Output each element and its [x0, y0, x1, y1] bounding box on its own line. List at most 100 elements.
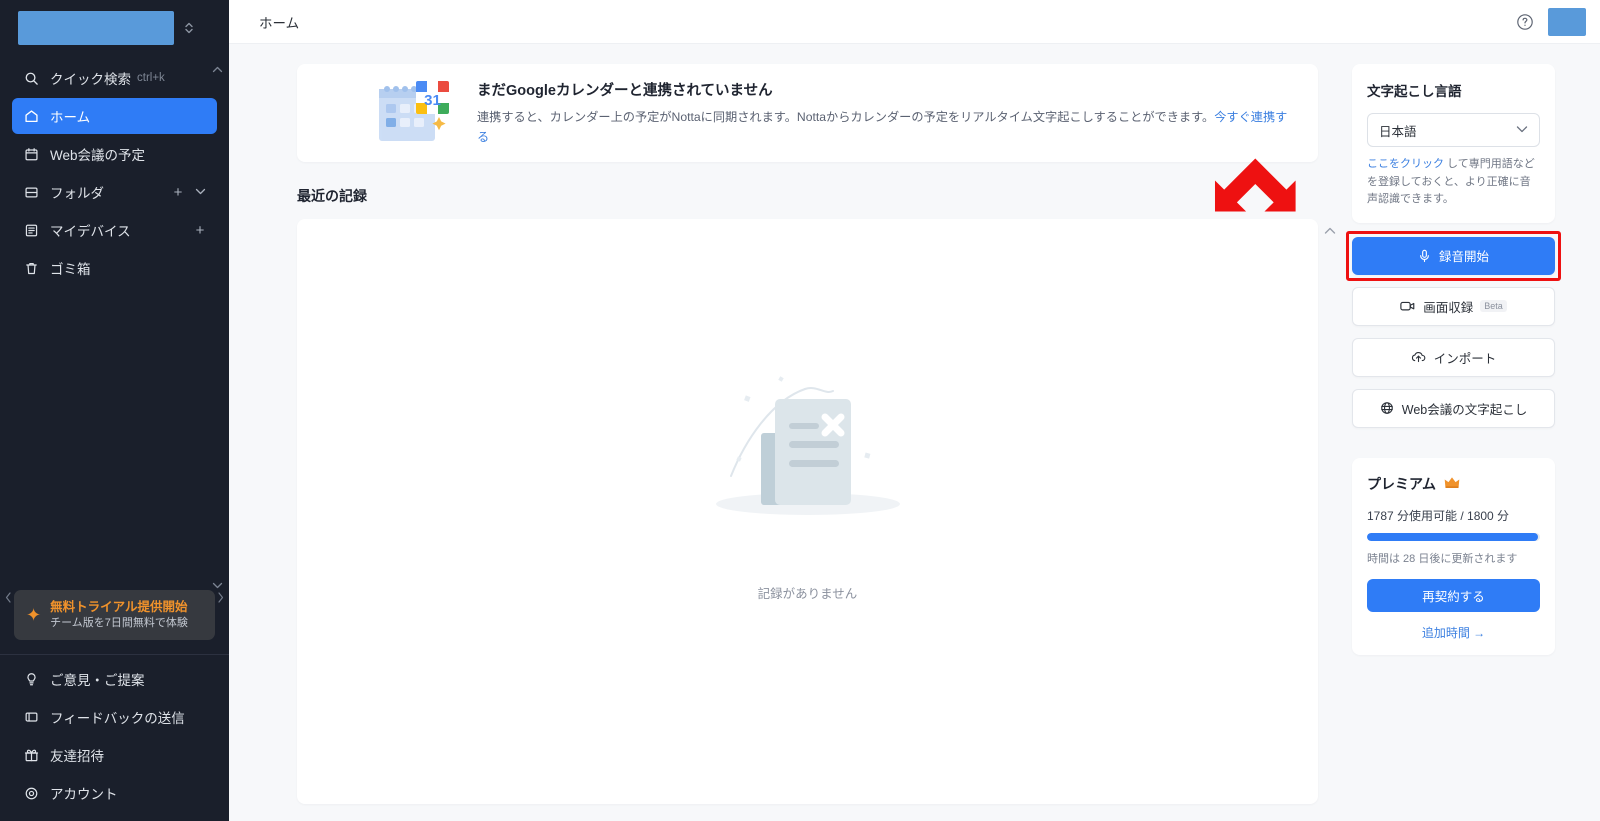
- language-select[interactable]: 日本語: [1367, 113, 1540, 147]
- recent-records-heading: 最近の記録: [297, 188, 367, 204]
- sidebar: クイック検索 ctrl+k ホーム Web会議の予定 フォルダ + マイデバイス…: [0, 0, 229, 821]
- sparkle-icon: ✦: [26, 605, 42, 626]
- empty-state: 記録がありません: [693, 361, 923, 602]
- sidebar-nav: クイック検索 ctrl+k ホーム Web会議の予定 フォルダ + マイデバイス…: [0, 56, 229, 288]
- sidebar-scroll-up-icon[interactable]: [212, 66, 223, 76]
- globe-icon: [1380, 401, 1394, 415]
- sidebar-item-suggestions[interactable]: ご意見・ご提案: [12, 661, 217, 697]
- premium-renew-text: 時間は 28 日後に更新されます: [1367, 552, 1518, 565]
- record-button-wrapper: 録音開始: [1346, 230, 1561, 281]
- sidebar-item-label: 友達招待: [50, 749, 104, 764]
- sidebar-item-label: ホーム: [50, 110, 91, 125]
- glossary-link[interactable]: ここをクリック: [1367, 158, 1444, 170]
- sidebar-item-label: フォルダ: [50, 186, 104, 201]
- sidebar-item-invite-friends[interactable]: 友達招待: [12, 737, 217, 773]
- trial-subtitle: チーム版を7日間無料で体験: [50, 617, 188, 630]
- sidebar-item-quick-search[interactable]: クイック検索 ctrl+k: [12, 60, 217, 96]
- sidebar-item-web-meeting-schedule[interactable]: Web会議の予定: [12, 136, 217, 172]
- workspace-selector[interactable]: [0, 0, 229, 56]
- sidebar-collapse-left-icon[interactable]: [5, 592, 12, 605]
- premium-progress-track: [1367, 532, 1540, 541]
- sidebar-item-trash[interactable]: ゴミ箱: [12, 250, 217, 286]
- folder-icon: [22, 183, 40, 201]
- transcription-language-title: 文字起こし言語: [1367, 84, 1462, 99]
- video-camera-icon: [1400, 300, 1415, 312]
- avatar[interactable]: [1548, 7, 1586, 36]
- import-button[interactable]: インポート: [1352, 337, 1555, 377]
- page-title: ホーム: [259, 15, 300, 31]
- renew-subscription-button[interactable]: 再契約する: [1367, 578, 1540, 612]
- screen-record-label: 画面収録: [1423, 300, 1474, 315]
- web-meeting-transcription-button[interactable]: Web会議の文字起こし: [1352, 388, 1555, 428]
- question-circle-icon[interactable]: [1514, 11, 1536, 33]
- lightbulb-icon: [22, 670, 40, 688]
- import-label: インポート: [1433, 351, 1497, 366]
- sidebar-item-folder[interactable]: フォルダ +: [12, 174, 217, 210]
- device-icon: [22, 221, 40, 239]
- language-select-value: 日本語: [1379, 124, 1417, 139]
- sidebar-item-label: マイデバイス: [50, 224, 131, 239]
- empty-state-caption: 記録がありません: [757, 587, 858, 601]
- sidebar-scroll-down-icon[interactable]: [212, 582, 223, 592]
- main-area: ホーム 31 まだGoogleカレンダーと連携されていません 連携すると、カレン…: [229, 0, 1600, 821]
- premium-usage-text: 1787 分使用可能 / 1800 分: [1367, 508, 1510, 523]
- sidebar-item-label: ゴミ箱: [50, 262, 91, 277]
- sidebar-item-label: Web会議の予定: [50, 148, 146, 163]
- topbar: ホーム: [229, 0, 1600, 44]
- beta-badge: Beta: [1480, 300, 1507, 313]
- google-calendar-icon: 31: [369, 73, 459, 153]
- add-device-plus-icon[interactable]: +: [193, 223, 207, 238]
- workspace-name-redacted: [18, 11, 174, 45]
- sidebar-expand-right-icon[interactable]: [217, 592, 224, 605]
- trial-text-group: 無料トライアル提供開始 チーム版を7日間無料で体験: [50, 599, 188, 631]
- search-icon: [22, 69, 40, 87]
- transcription-language-panel: 文字起こし言語 日本語 ここをクリック して専門用語などを登録しておくと、より正…: [1352, 64, 1555, 223]
- right-panel: 文字起こし言語 日本語 ここをクリック して専門用語などを登録しておくと、より正…: [1338, 64, 1600, 821]
- glossary-note: ここをクリック して専門用語などを登録しておくと、より正確に音声認識できます。: [1367, 156, 1540, 209]
- banner-description-text: 連携すると、カレンダー上の予定がNottaに同期されます。Nottaからカレンダ…: [477, 109, 1215, 124]
- crown-icon: [1444, 476, 1460, 492]
- sidebar-item-label: アカウント: [50, 787, 118, 802]
- sidebar-item-send-feedback[interactable]: フィードバックの送信: [12, 699, 217, 735]
- chevron-updown-icon[interactable]: [184, 20, 194, 36]
- add-folder-plus-icon[interactable]: +: [171, 185, 185, 200]
- empty-document-icon: [693, 361, 923, 541]
- app-root: クイック検索 ctrl+k ホーム Web会議の予定 フォルダ + マイデバイス…: [0, 0, 1600, 821]
- free-trial-banner[interactable]: ✦ 無料トライアル提供開始 チーム版を7日間無料で体験: [14, 590, 215, 640]
- sidebar-item-account[interactable]: アカウント: [12, 775, 217, 811]
- center-column: 31 まだGoogleカレンダーと連携されていません 連携すると、カレンダー上の…: [229, 64, 1338, 821]
- google-calendar-banner[interactable]: 31 まだGoogleカレンダーと連携されていません 連携すると、カレンダー上の…: [297, 64, 1318, 162]
- content-wrapper: 31 まだGoogleカレンダーと連携されていません 連携すると、カレンダー上の…: [229, 44, 1600, 821]
- premium-title: プレミアム: [1367, 475, 1437, 492]
- folder-chevron-down-icon[interactable]: [193, 187, 207, 198]
- premium-panel: プレミアム 1787 分使用可能 / 1800 分 時間は 28 日後に更新され…: [1352, 457, 1555, 655]
- screen-record-button[interactable]: 画面収録 Beta: [1352, 286, 1555, 326]
- sidebar-item-label: フィードバックの送信: [50, 711, 185, 726]
- sidebar-item-my-devices[interactable]: マイデバイス +: [12, 212, 217, 248]
- chevron-down-icon: [1516, 124, 1528, 136]
- trash-icon: [22, 259, 40, 277]
- banner-description: 連携すると、カレンダー上の予定がNottaに同期されます。Nottaからカレンダ…: [477, 107, 1294, 147]
- microphone-icon: [1418, 249, 1431, 263]
- web-meeting-transcription-label: Web会議の文字起こし: [1401, 402, 1528, 417]
- banner-title: まだGoogleカレンダーと連携されていません: [477, 82, 773, 99]
- sidebar-divider: [0, 654, 229, 655]
- records-scroll-up-icon[interactable]: [1324, 227, 1336, 238]
- home-icon: [22, 107, 40, 125]
- trial-title: 無料トライアル提供開始: [50, 600, 188, 615]
- calendar-icon: [22, 145, 40, 163]
- banner-text: まだGoogleカレンダーと連携されていません 連携すると、カレンダー上の予定が…: [477, 79, 1294, 147]
- premium-progress-fill: [1367, 532, 1539, 541]
- gear-icon: [22, 784, 40, 802]
- gift-icon: [22, 746, 40, 764]
- sidebar-item-home[interactable]: ホーム: [12, 98, 217, 134]
- sidebar-item-label: ご意見・ご提案: [50, 673, 145, 688]
- sidebar-bottom-nav: ご意見・ご提案 フィードバックの送信 友達招待 アカウント: [0, 661, 229, 821]
- premium-title-row: プレミアム: [1367, 474, 1540, 494]
- start-recording-button[interactable]: 録音開始: [1352, 236, 1555, 275]
- recent-records-card: 記録がありません: [297, 219, 1336, 804]
- quick-search-shortcut: ctrl+k: [137, 72, 165, 84]
- add-time-link[interactable]: 追加時間 →: [1367, 624, 1540, 641]
- message-icon: [22, 708, 40, 726]
